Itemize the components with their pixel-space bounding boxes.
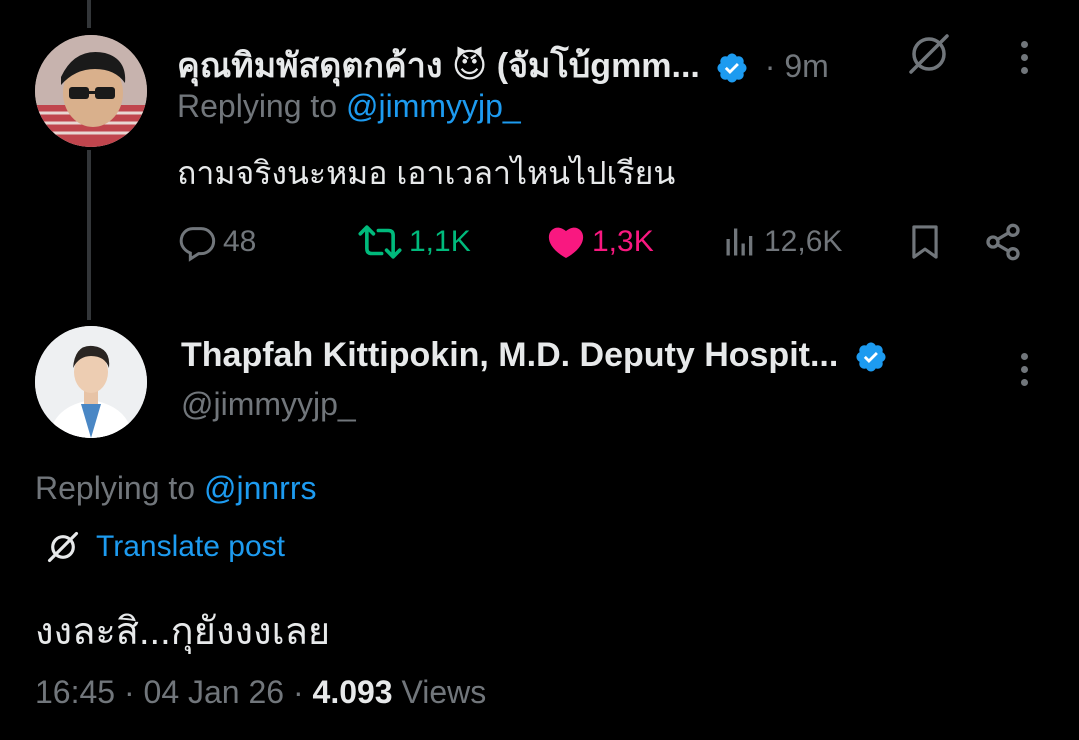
main-more-icon[interactable] [1019, 353, 1029, 386]
translate-post-label: Translate post [96, 530, 285, 563]
reply-replying-to: Replying to @jimmyyjp_ [177, 88, 521, 125]
reply-button[interactable]: 48 [177, 222, 256, 262]
tweet-date[interactable]: 04 Jan 26 [144, 674, 285, 710]
translate-post-button[interactable]: Translate post [44, 528, 285, 566]
tweet-time[interactable]: 16:45 [35, 674, 115, 710]
main-author-avatar[interactable] [35, 326, 147, 438]
views-label: Views [401, 674, 487, 710]
avatar-photo-icon [35, 326, 147, 438]
repost-button[interactable]: 1,1K [357, 222, 471, 262]
main-author-handle[interactable]: @jimmyyjp_ [181, 386, 356, 423]
main-author-name[interactable]: Thapfah Kittipokin, M.D. Deputy Hospit..… [181, 336, 838, 374]
avatar-photo-icon [35, 35, 147, 147]
reply-count: 48 [223, 225, 257, 258]
reply-author-avatar[interactable] [35, 35, 147, 147]
reply-more-icon[interactable] [1019, 41, 1029, 74]
views-count: 4.093 [312, 674, 393, 710]
reply-author-name-row: คุณทิมพัสดุตกค้าง 😈 (จัมโบ้gmm... · 9m [177, 38, 829, 92]
thread-line-bottom [87, 150, 91, 320]
reply-icon [179, 227, 216, 262]
main-tweet-meta: 16:45 · 04 Jan 26 · 4.093 Views [35, 674, 486, 711]
repost-icon [358, 225, 402, 259]
reply-time[interactable]: · 9m [765, 48, 829, 84]
meta-separator: · [292, 674, 304, 710]
main-tweet-text: งงละสิ...กุยังงงเลย [35, 611, 331, 653]
grok-icon[interactable] [905, 30, 953, 78]
replying-handle-link[interactable]: @jnnrrs [204, 470, 317, 506]
meta-separator: · [123, 674, 135, 710]
reply-tweet-text: ถามจริงนะหมอ เอาเวลาไหนไปเรียน [177, 155, 676, 191]
like-count: 1,3K [592, 225, 654, 258]
thread-line-top [87, 0, 91, 28]
bookmark-icon[interactable] [906, 222, 944, 262]
like-icon [548, 227, 584, 258]
views-count: 12,6K [764, 225, 843, 258]
replying-prefix: Replying to [35, 470, 196, 506]
main-author-name-row: Thapfah Kittipokin, M.D. Deputy Hospit..… [181, 336, 888, 375]
views-button[interactable]: 12,6K [722, 222, 842, 262]
reply-author-name[interactable]: คุณทิมพัสดุตกค้าง 😈 (จัมโบ้gmm... [177, 47, 700, 85]
share-icon[interactable] [983, 222, 1023, 262]
views-icon [726, 228, 753, 256]
repost-count: 1,1K [409, 225, 471, 258]
replying-prefix: Replying to [177, 88, 338, 124]
replying-handle-link[interactable]: @jimmyyjp_ [346, 88, 521, 124]
verified-badge-icon [856, 342, 886, 372]
translate-icon [47, 531, 79, 563]
main-replying-to: Replying to @jnnrrs [35, 470, 316, 507]
like-button[interactable]: 1,3K [546, 222, 654, 262]
verified-badge-icon [717, 53, 747, 83]
